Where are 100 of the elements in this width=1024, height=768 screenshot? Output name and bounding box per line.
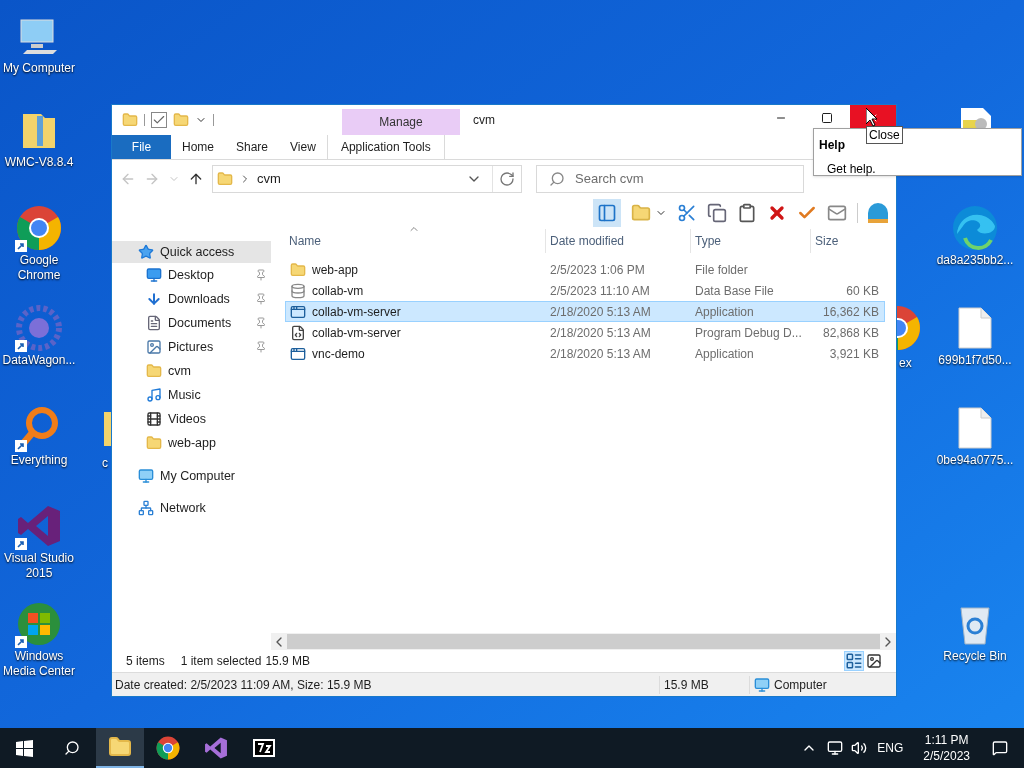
properties-icon[interactable] — [151, 112, 167, 128]
paste-icon[interactable] — [737, 203, 757, 223]
taskbar-app[interactable] — [96, 728, 144, 768]
type-cell-text: Application — [694, 345, 755, 363]
file-row[interactable]: collab-vm-server 2/18/2020 5:13 AM Application 16,362 KB — [285, 301, 885, 322]
window-title: cvm — [473, 112, 495, 129]
desktop-icon-label: DataWagon... — [2, 353, 76, 368]
nav-item[interactable]: Pictures — [112, 335, 271, 359]
preview-pane-icon[interactable] — [593, 199, 621, 227]
size-cell-text: 82,868 KB — [821, 324, 880, 342]
desktop-icon[interactable] — [15, 600, 63, 648]
network-icon[interactable] — [827, 740, 844, 756]
file-name: collab-vm-server — [312, 324, 401, 342]
desktop-icon-label: Everything — [10, 453, 68, 468]
desktop-icon-label: Windows Media Center — [1, 649, 76, 679]
desktop-icon-label: Recycle Bin — [943, 649, 1007, 664]
column-header[interactable]: Date modified — [545, 229, 690, 253]
nav-item[interactable]: Documents — [112, 311, 271, 335]
picture-icon — [146, 339, 162, 355]
copy-icon[interactable] — [707, 203, 727, 223]
envelope-icon[interactable] — [827, 203, 847, 223]
nav-item[interactable]: cvm — [112, 359, 271, 383]
desktop-icon-label: c — [102, 456, 108, 471]
network-icon — [138, 500, 154, 516]
details-text: Date created: 2/5/2023 11:09 AM, Size: 15.9 MB — [115, 676, 373, 694]
desktop-icon-label: My Computer — [3, 61, 75, 76]
address-bar[interactable]: cvm — [212, 164, 522, 193]
desktop-icon-label: 0be94a0775... — [936, 453, 1014, 468]
file-name: web-app — [312, 261, 359, 279]
refresh-icon[interactable] — [499, 170, 515, 187]
ribbon-tab[interactable]: Application Tools — [326, 135, 445, 159]
column-header[interactable]: Name — [285, 229, 545, 253]
details-size: 15.9 MB — [659, 675, 749, 694]
file-row[interactable]: collab-vm 2/5/2023 11:10 AM Data Base File 60 KB — [285, 280, 885, 301]
location-text: Computer — [774, 676, 827, 694]
music-note-icon — [146, 387, 162, 403]
search-field[interactable]: Search cvm — [536, 164, 804, 193]
nav-item[interactable]: Network — [112, 497, 271, 519]
ribbon-tab[interactable]: Share — [225, 135, 280, 159]
folder-icon — [146, 435, 162, 451]
maximize-icon — [821, 112, 833, 124]
nav-item[interactable]: Quick access — [112, 241, 271, 263]
infinity-logo-icon — [204, 736, 228, 760]
nav-item[interactable]: Videos — [112, 407, 271, 431]
pin-icon — [255, 293, 267, 305]
desktop-icon-label: WMC-V8.8.4 — [4, 155, 74, 170]
horizontal-scrollbar[interactable] — [271, 633, 896, 650]
search-input[interactable]: Search cvm — [575, 168, 751, 189]
file-row[interactable]: vnc-demo 2/18/2020 5:13 AM Application 3,921 KB — [285, 343, 885, 364]
chrome-icon — [156, 736, 180, 760]
context-group-label: Manage — [379, 114, 423, 131]
type-cell-text: Program Debug D... — [694, 324, 803, 342]
ribbon-tab[interactable]: View — [279, 135, 327, 159]
ribbon-tab[interactable]: Home — [171, 135, 225, 159]
computer-icon — [138, 468, 154, 484]
cut-icon[interactable] — [677, 203, 697, 223]
file-name: collab-vm-server — [312, 303, 401, 321]
file-icon — [290, 324, 306, 341]
application-icon — [290, 303, 306, 320]
nav-item[interactable]: Desktop — [112, 263, 271, 287]
thumbnail-view-icon[interactable] — [866, 653, 882, 669]
selection-size: 15.9 MB — [265, 653, 311, 670]
item-count: 5 items — [126, 653, 165, 670]
file-name: collab-vm — [312, 282, 364, 300]
desktop-icon[interactable] — [15, 204, 63, 252]
delete-icon[interactable] — [767, 203, 787, 223]
help-text: Get help. — [827, 161, 877, 178]
column-header[interactable]: Size — [810, 229, 882, 253]
date-cell-text: 2/5/2023 1:06 PM — [549, 261, 646, 279]
nav-item[interactable]: Music — [112, 383, 271, 407]
help-title: Help — [819, 137, 846, 154]
size-cell-text: 3,921 KB — [828, 345, 880, 363]
date-cell-text: 2/5/2023 11:10 AM — [549, 282, 651, 300]
column-header[interactable]: Type — [690, 229, 810, 253]
desktop-icon-label: da8a235bb2... — [936, 253, 1014, 268]
desktop-icon-label: 699b1f7d50... — [938, 353, 1012, 368]
desktop-icon-label: Google Chrome — [16, 253, 62, 283]
search-icon — [549, 170, 565, 187]
download-icon — [146, 291, 162, 307]
address-path: cvm — [257, 169, 281, 188]
file-row[interactable]: web-app 2/5/2023 1:06 PM File folder — [285, 259, 885, 280]
windows-logo-icon — [15, 739, 33, 757]
desktop-icon[interactable] — [15, 304, 63, 352]
folder-icon — [108, 735, 132, 759]
nav-item[interactable]: Downloads — [112, 287, 271, 311]
film-icon — [146, 411, 162, 427]
folder-icon — [146, 363, 162, 379]
nav-item[interactable]: web-app — [112, 431, 271, 455]
search-icon — [64, 740, 80, 756]
clock[interactable]: 1:11 PM 2/5/2023 — [917, 732, 976, 764]
ribbon-tab[interactable]: File — [112, 135, 171, 159]
details-view-icon[interactable] — [844, 651, 864, 671]
star-icon — [138, 244, 154, 260]
file-row[interactable]: collab-vm-server 2/18/2020 5:13 AM Program Debug D... 82,868 KB — [285, 322, 885, 343]
volume-icon[interactable] — [851, 740, 868, 756]
date-cell-text: 2/18/2020 5:13 AM — [549, 345, 652, 363]
file-name: vnc-demo — [312, 345, 365, 363]
selection-info: 1 item selected — [180, 653, 262, 670]
nav-item[interactable]: My Computer — [112, 465, 271, 487]
language-indicator[interactable]: ENG — [877, 739, 904, 757]
